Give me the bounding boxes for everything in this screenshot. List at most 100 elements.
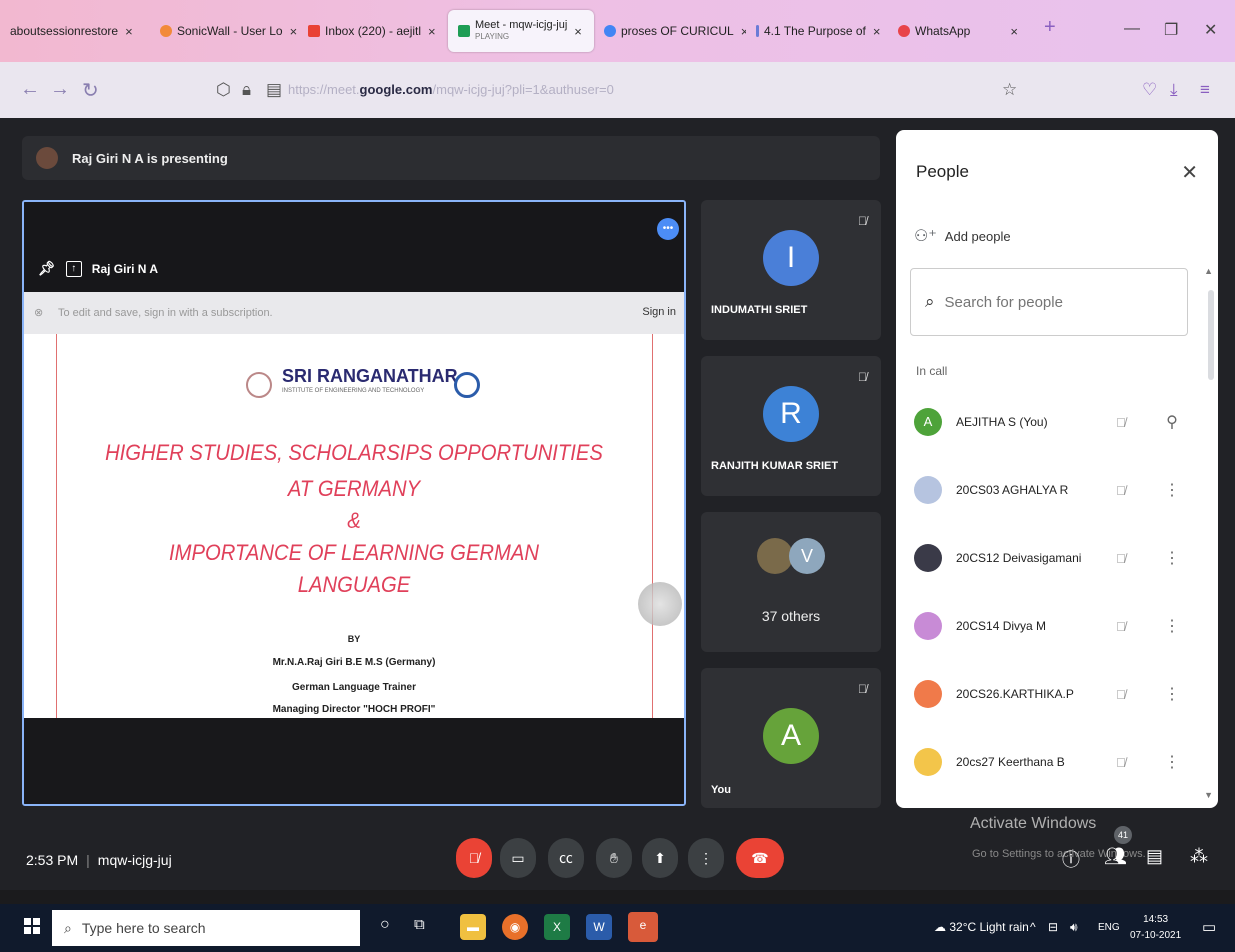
reload-icon[interactable]: ↻ — [82, 78, 99, 103]
chat-icon[interactable]: ▤ — [1146, 846, 1163, 867]
certification-badge-icon — [454, 372, 480, 398]
presentation-tile[interactable]: ••• ⊗ To edit and save, sign in with a s… — [22, 200, 686, 806]
edge-icon[interactable]: e — [628, 912, 658, 942]
lock-icon[interactable]: 🔒︎ — [242, 80, 251, 100]
language-indicator[interactable]: ENG — [1098, 922, 1120, 933]
section-label: In call — [916, 364, 948, 378]
address-bar[interactable]: https://meet.google.com/mqw-icjg-juj?pli… — [288, 82, 614, 97]
tab-session-restore[interactable]: aboutsessionrestore × — [10, 16, 150, 46]
mic-off-icon[interactable]: 🎙̸ — [1116, 687, 1136, 702]
tab-meet[interactable]: Meet - mqw-icjg-juj PLAYING × — [448, 10, 594, 52]
close-window-icon[interactable]: ✕ — [1204, 20, 1217, 40]
participant-tile[interactable]: 🎙̸ R RANJITH KUMAR SRIET — [701, 356, 881, 496]
whatsapp-icon — [898, 25, 910, 37]
taskbar-search[interactable]: ⌕ Type here to search — [52, 910, 360, 946]
mic-off-icon[interactable]: 🎙̸ — [1116, 551, 1136, 566]
activities-icon[interactable]: ⁂ — [1190, 846, 1208, 867]
more-options-button[interactable]: ⋮ — [688, 838, 724, 878]
meeting-details-icon[interactable]: ⓘ — [1062, 846, 1080, 872]
participant-row[interactable]: 20cs27 Keerthana B 🎙̸ ⋮ — [914, 742, 1204, 782]
close-tab-icon[interactable]: × — [574, 24, 582, 39]
participant-row[interactable]: 20CS12 Deivasigamani 🎙̸ ⋮ — [914, 538, 1204, 578]
word-icon[interactable]: W — [586, 914, 612, 940]
menu-icon[interactable]: ≡ — [1200, 80, 1210, 100]
excel-icon[interactable]: X — [544, 914, 570, 940]
firefox-icon[interactable]: ◉ — [502, 914, 528, 940]
more-options-icon[interactable]: ⋮ — [1164, 684, 1180, 704]
network-icon[interactable]: ⊟ — [1048, 920, 1058, 934]
tray-chevron-icon[interactable]: ^ — [1030, 920, 1036, 934]
participant-row[interactable]: 20CS26.KARTHIKA.P 🎙̸ ⋮ — [914, 674, 1204, 714]
presenter-avatar — [36, 147, 58, 169]
participant-row[interactable]: 20CS14 Divya M 🎙̸ ⋮ — [914, 606, 1204, 646]
scroll-up-icon[interactable]: ▲ — [1204, 266, 1213, 276]
avatar: A — [763, 708, 819, 764]
restore-window-icon[interactable]: ❐ — [1164, 20, 1178, 40]
others-tile[interactable]: V 37 others — [701, 512, 881, 652]
mic-off-icon[interactable]: 🎙̸ — [1116, 755, 1136, 770]
back-icon[interactable]: ← — [20, 78, 40, 101]
close-tab-icon[interactable]: × — [125, 24, 133, 39]
close-tab-icon[interactable]: × — [1010, 24, 1018, 39]
more-options-icon[interactable]: ⋮ — [1164, 616, 1180, 636]
meeting-info: 2:53 PM | mqw-icjg-juj — [26, 852, 172, 868]
taskbar-clock[interactable]: 14:53 07-10-2021 — [1130, 912, 1181, 944]
search-input[interactable] — [944, 293, 1145, 311]
self-tile[interactable]: 🎙̸ A You — [701, 668, 881, 808]
search-people-field[interactable]: ⌕ — [910, 268, 1188, 336]
doc-icon — [756, 25, 759, 37]
meeting-code[interactable]: mqw-icjg-juj — [98, 852, 172, 868]
present-now-button[interactable]: ⬆ — [642, 838, 678, 878]
camera-toggle-button[interactable]: ▭ — [500, 838, 536, 878]
forward-icon[interactable]: → — [50, 78, 70, 101]
cortana-icon[interactable]: ○ — [380, 916, 390, 934]
participant-tile[interactable]: 🎙̸ I INDUMATHI SRIET — [701, 200, 881, 340]
tab-google[interactable]: proses OF CURICUL × — [604, 16, 746, 46]
avatar — [914, 476, 942, 504]
close-tab-icon[interactable]: × — [873, 24, 881, 39]
tab-gmail[interactable]: Inbox (220) - aejitl × — [308, 16, 440, 46]
tab-sonicwall[interactable]: SonicWall - User Lo × — [160, 16, 298, 46]
sign-in-link[interactable]: Sign in — [642, 306, 676, 318]
scroll-down-icon[interactable]: ▼ — [1204, 790, 1213, 800]
close-icon[interactable]: ✕ — [1181, 160, 1198, 185]
pin-icon[interactable]: 📌︎ — [38, 260, 56, 277]
present-icon[interactable]: ↑ — [65, 260, 82, 277]
raise-hand-button[interactable]: ✋︎ — [596, 838, 632, 878]
download-icon[interactable]: ⤓ — [1170, 80, 1178, 100]
minimize-icon[interactable]: — — [1124, 20, 1140, 38]
leave-call-button[interactable]: ☎ — [736, 838, 784, 878]
task-view-icon[interactable]: ⧉ — [414, 916, 425, 933]
participant-row[interactable]: 20CS03 AGHALYA R 🎙̸ ⋮ — [914, 470, 1204, 510]
people-icon[interactable]: 👥︎ — [1104, 846, 1127, 867]
avatar: I — [763, 230, 819, 286]
weather-widget[interactable]: ☁︎ 32°C Light rain — [934, 920, 1029, 934]
close-tab-icon[interactable]: × — [290, 24, 298, 39]
mic-toggle-button[interactable]: 🎙̸ — [456, 838, 492, 878]
mic-off-icon[interactable]: 🎙̸ — [1116, 619, 1136, 634]
captions-button[interactable]: ㏄ — [548, 838, 584, 878]
close-tab-icon[interactable]: × — [428, 24, 436, 39]
people-panel: People ✕ ⚇⁺ Add people ⌕ In call A AEJIT… — [896, 130, 1218, 808]
tab-whatsapp[interactable]: WhatsApp × — [898, 16, 1038, 46]
tab-doc[interactable]: 4.1 The Purpose of × — [756, 16, 890, 46]
pocket-icon[interactable]: ♡ — [1142, 80, 1157, 100]
new-tab-button[interactable]: + — [1044, 16, 1056, 39]
mic-off-icon[interactable]: 🎙̸ — [1116, 415, 1136, 430]
more-options-icon[interactable]: ⋮ — [1164, 548, 1180, 568]
volume-icon[interactable]: 🔊︎ — [1070, 920, 1078, 935]
add-people-button[interactable]: ⚇⁺ Add people — [914, 226, 1011, 246]
notification-icon[interactable]: ▭ — [1202, 918, 1216, 936]
more-options-icon[interactable]: ⋮ — [1164, 752, 1180, 772]
pin-icon[interactable]: ⚲ — [1164, 412, 1180, 432]
mic-off-icon[interactable]: 🎙̸ — [1116, 483, 1136, 498]
close-tab-icon[interactable]: × — [741, 24, 746, 39]
scrollbar-thumb[interactable] — [1208, 290, 1214, 380]
file-explorer-icon[interactable]: ▬ — [460, 914, 486, 940]
more-options-icon[interactable]: ⋮ — [1164, 480, 1180, 500]
permissions-icon[interactable]: ▤ — [266, 80, 282, 100]
participant-row[interactable]: A AEJITHA S (You) 🎙̸ ⚲ — [914, 402, 1204, 442]
bookmark-star-icon[interactable]: ☆ — [1002, 80, 1017, 100]
shield-icon[interactable]: ⬡ — [216, 80, 231, 100]
windows-start-icon[interactable] — [24, 918, 40, 934]
